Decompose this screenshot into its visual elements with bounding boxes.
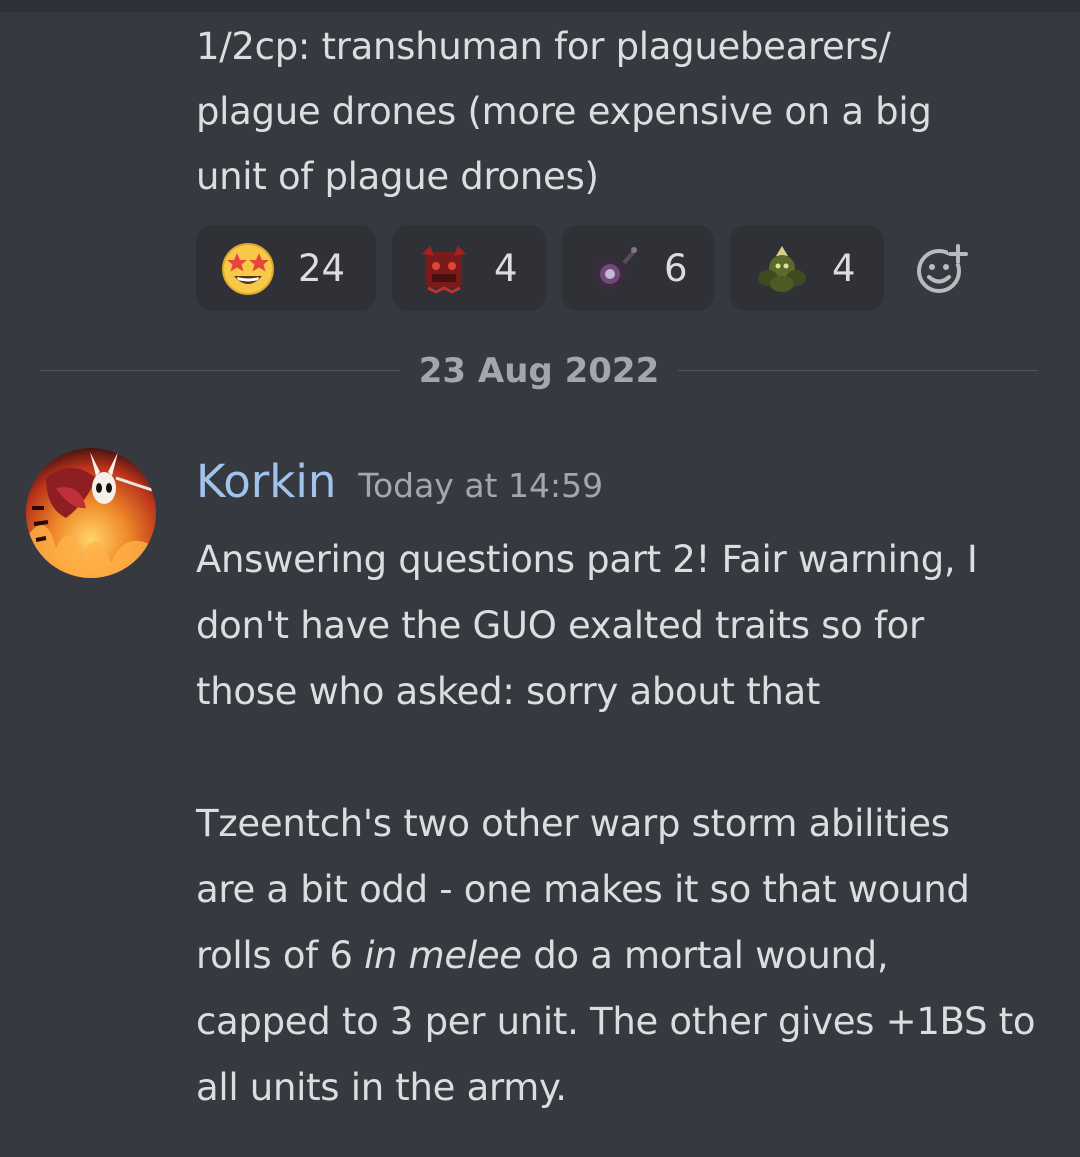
reaction-count: 4 <box>832 246 856 290</box>
message-timestamp: Today at 14:59 <box>358 466 604 505</box>
username[interactable]: Korkin <box>196 455 336 508</box>
message-line: Answering questions part 2! Fair warning… <box>196 538 978 581</box>
star-struck-emoji-icon <box>222 243 274 295</box>
reactions-row: 24 4 6 4 <box>196 225 970 311</box>
reaction-count: 24 <box>298 246 346 290</box>
date-divider-label: 23 Aug 2022 <box>418 351 660 391</box>
reaction-star-struck[interactable]: 24 <box>196 225 376 311</box>
previous-message-text: 1/2cp: transhuman for plaguebearers/ pla… <box>196 14 1056 209</box>
message-text: rolls of 6 <box>196 934 365 977</box>
previous-message-line: unit of plague drones) <box>196 155 599 198</box>
top-bar <box>0 0 1080 12</box>
nurgle-marine-icon <box>758 246 806 292</box>
message-line: don't have the GUO exalted traits so for <box>196 604 924 647</box>
avatar-image <box>26 448 156 578</box>
message-line: all units in the army. <box>196 1066 567 1109</box>
previous-message-line: plague drones (more expensive on a big <box>196 90 932 133</box>
italic-text: in melee <box>364 934 522 977</box>
message-text: do a mortal wound, <box>521 934 889 977</box>
message-line: Tzeentch's two other warp storm abilitie… <box>196 802 950 845</box>
previous-message-line: 1/2cp: transhuman for plaguebearers/ <box>196 25 891 68</box>
message-line: capped to 3 per unit. The other gives +1… <box>196 1000 1036 1043</box>
reaction-count: 4 <box>494 246 518 290</box>
reaction-dark-orb[interactable]: 6 <box>562 225 714 311</box>
message-header: Korkin Today at 14:59 <box>196 455 603 508</box>
reaction-red-demon[interactable]: 4 <box>392 225 546 311</box>
message-line: rolls of 6 in melee do a mortal wound, <box>196 923 1056 989</box>
reaction-nurgle[interactable]: 4 <box>730 225 884 311</box>
message-line: are a bit odd - one makes it so that wou… <box>196 868 970 911</box>
message-content: Answering questions part 2! Fair warning… <box>196 527 1056 1121</box>
message-line: those who asked: sorry about that <box>196 670 821 713</box>
red-demon-engine-icon <box>422 246 466 294</box>
date-divider: 23 Aug 2022 <box>40 348 1038 394</box>
reaction-count: 6 <box>664 246 688 290</box>
avatar[interactable] <box>26 448 156 578</box>
add-reaction-icon[interactable] <box>914 240 970 296</box>
dark-orb-icon <box>594 247 637 290</box>
